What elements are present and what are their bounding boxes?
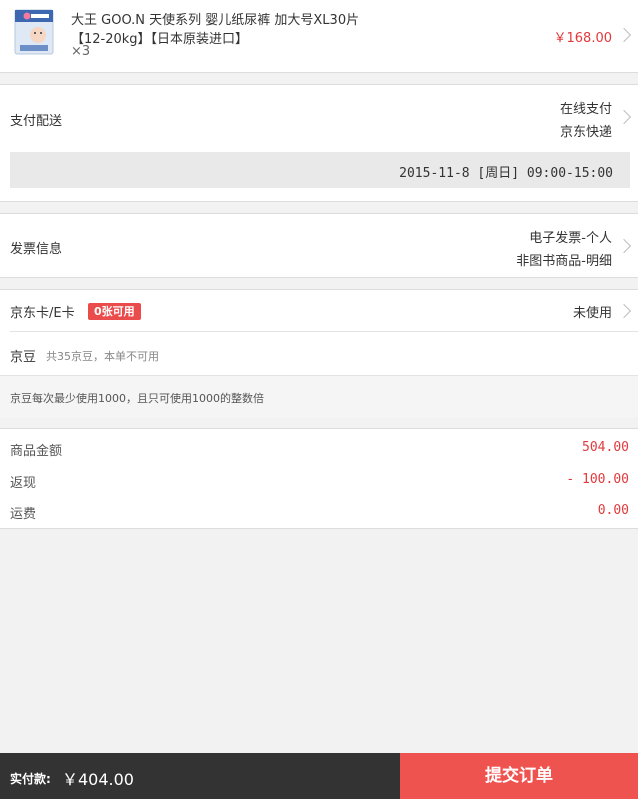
cashback-value: - 100.00 (566, 472, 629, 487)
payment-delivery-section[interactable]: 支付配送 在线支付 京东快递 2015-11-8 [周日] 09:00-15:0… (0, 84, 638, 202)
product-price: ￥168.00 (553, 31, 613, 46)
pay-total-label: 实付款: (10, 772, 51, 786)
invoice-label: 发票信息 (10, 242, 63, 257)
card-available-badge: 0张可用 (88, 303, 141, 320)
delivery-time-bar[interactable]: 2015-11-8 [周日] 09:00-15:00 (10, 152, 630, 188)
shipping-value: 0.00 (597, 503, 629, 518)
card-beans-section: 京东卡/E卡 0张可用 未使用 京豆 共35京豆，本单不可用 京豆每次最少使用1… (0, 289, 638, 418)
divider (10, 331, 638, 332)
chevron-right-icon (616, 27, 632, 43)
product-spec: 【12-20kg】【日本原装进口】 (71, 32, 249, 47)
payment-delivery-label: 支付配送 (10, 114, 63, 129)
card-status: 未使用 (572, 306, 612, 321)
courier-name: 京东快递 (559, 125, 612, 140)
invoice-type: 电子发票-个人 (529, 231, 612, 246)
chevron-right-icon (616, 109, 632, 125)
diaper-package-icon (12, 9, 58, 55)
chevron-right-icon (616, 303, 632, 319)
pay-total-area: 实付款: ￥404.00 (0, 753, 400, 799)
product-title: 大王 GOO.N 天使系列 婴儿纸尿裤 加大号XL30片 (71, 13, 360, 28)
goods-amount-label: 商品金额 (10, 444, 63, 459)
pay-total-amount: ￥404.00 (62, 770, 134, 789)
product-quantity: ×3 (71, 44, 91, 59)
jd-beans-note: 共35京豆，本单不可用 (46, 350, 159, 363)
chevron-right-icon (616, 238, 632, 254)
payment-method: 在线支付 (559, 102, 612, 117)
submit-order-button[interactable]: 提交订单 (400, 753, 638, 799)
delivery-time: 2015-11-8 [周日] 09:00-15:00 (399, 166, 613, 181)
shipping-label: 运费 (10, 507, 37, 522)
jd-beans-label: 京豆 (10, 350, 37, 365)
goods-amount-value: 504.00 (582, 440, 629, 455)
jd-card-label: 京东卡/E卡 (10, 306, 75, 321)
product-item[interactable]: 大王 GOO.N 天使系列 婴儿纸尿裤 加大号XL30片 【12-20kg】【日… (0, 0, 638, 73)
price-summary: 商品金额 504.00 返现 - 100.00 运费 0.00 (0, 428, 638, 529)
beans-rule-text: 京豆每次最少使用1000，且只可使用1000的整数倍 (10, 392, 264, 405)
cashback-label: 返现 (10, 476, 37, 491)
invoice-section[interactable]: 发票信息 电子发票-个人 非图书商品-明细 (0, 213, 638, 278)
bottom-checkout-bar: 实付款: ￥404.00 提交订单 (0, 753, 638, 799)
beans-rule-bar: 京豆每次最少使用1000，且只可使用1000的整数倍 (0, 375, 638, 418)
invoice-content: 非图书商品-明细 (516, 254, 612, 269)
